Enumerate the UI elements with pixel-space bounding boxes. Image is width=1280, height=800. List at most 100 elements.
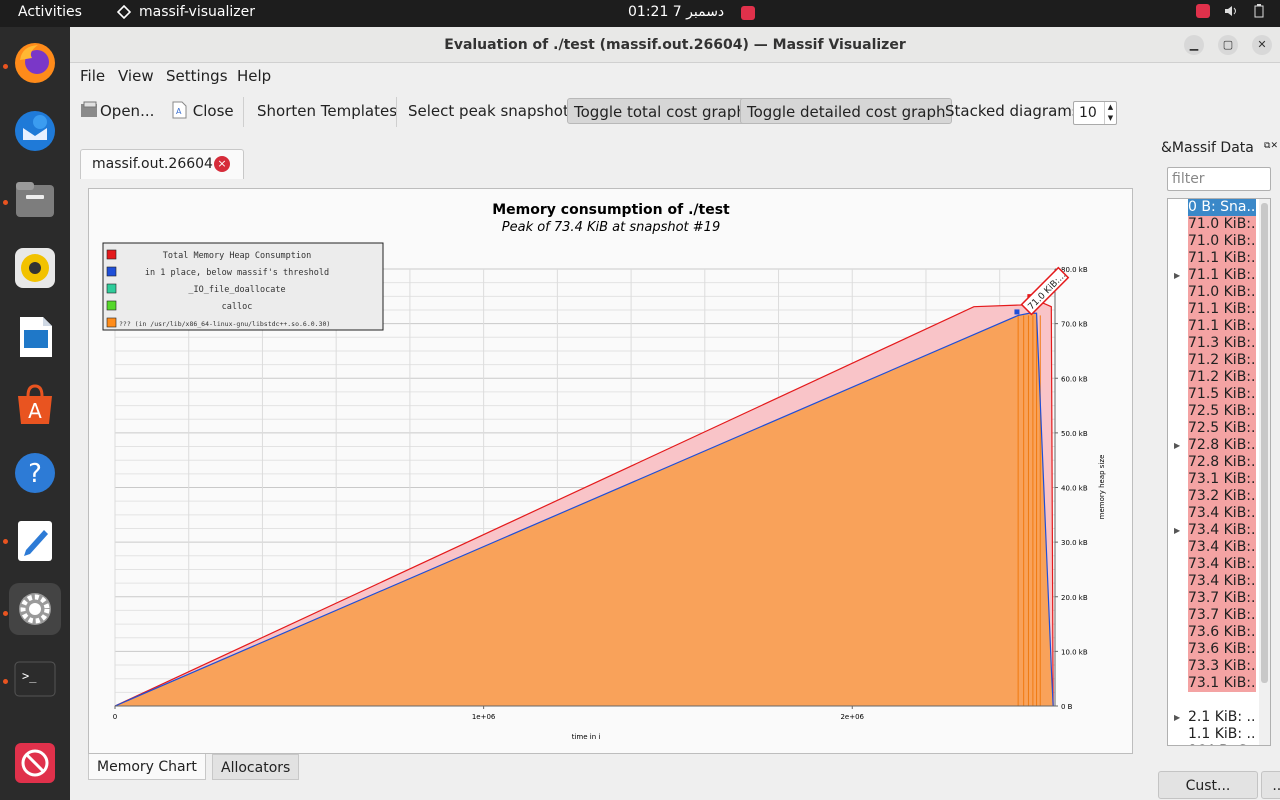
tree-row[interactable]: 71.1 KiB:... [1168, 301, 1268, 318]
expand-arrow-icon[interactable]: ▶ [1174, 267, 1180, 284]
massif-data-panel: &Massif Data ⧉✕ filter 0 B: Sna... 71.0 K… [1157, 137, 1280, 800]
tree-row[interactable]: 864 B: S... [1168, 743, 1268, 745]
folder-open-icon [81, 101, 97, 117]
tree-row[interactable]: 73.4 KiB:... [1168, 539, 1268, 556]
expand-arrow-icon[interactable]: ▶ [1174, 522, 1180, 539]
tree-row-label: 73.1 KiB:... [1188, 675, 1256, 692]
tree-row[interactable]: 73.3 KiB:... [1168, 658, 1268, 675]
y-tick-label: 10.0 kB [1061, 648, 1088, 656]
tree-row[interactable]: 73.6 KiB:... [1168, 624, 1268, 641]
file-tab[interactable]: massif.out.26604 × [80, 149, 244, 179]
tree-row[interactable]: 71.3 KiB:... [1168, 335, 1268, 352]
legend-label: _IO_file_doallocate [188, 285, 285, 295]
maximize-button[interactable]: ▢ [1218, 35, 1238, 55]
settings-gear-icon[interactable] [9, 583, 61, 635]
spinbox-arrows[interactable]: ▲ ▼ [1104, 102, 1116, 124]
minimize-button[interactable]: ▁ [1184, 35, 1204, 55]
tree-row-label: 73.7 KiB:... [1188, 607, 1256, 624]
firefox-icon[interactable] [9, 37, 61, 89]
tree-row[interactable]: ▶ 73.4 KiB:... [1168, 522, 1268, 539]
tree-row-label: 1.1 KiB: ... [1188, 726, 1256, 742]
stacked-diagrams-spinbox[interactable]: 10 ▲ ▼ [1073, 101, 1117, 125]
thunderbird-icon[interactable] [9, 105, 61, 157]
memory-chart-pane[interactable]: 0 1e+06 2e+06 0 B 10.0 kB 20.0 kB 30.0 kB 40.0 … [88, 188, 1133, 754]
window-titlebar[interactable]: Evaluation of ./test (massif.out.26604) … [70, 27, 1280, 63]
menu-bar: File View Settings Help [70, 64, 1280, 88]
memory-chart[interactable]: 0 1e+06 2e+06 0 B 10.0 kB 20.0 kB 30.0 kB 40.0 … [89, 189, 1132, 753]
screen-record-icon[interactable] [741, 6, 755, 20]
application-dock: A ? >_ [0, 27, 70, 800]
open-button[interactable]: Open... [74, 98, 160, 124]
tree-row[interactable]: 73.7 KiB:... [1168, 607, 1268, 624]
activities-button[interactable]: Activities [18, 4, 82, 20]
tree-row[interactable]: 73.7 KiB:... [1168, 590, 1268, 607]
tab-allocators[interactable]: Allocators [212, 754, 300, 780]
expand-arrow-icon[interactable]: ▶ [1174, 709, 1180, 726]
menu-help[interactable]: Help [237, 67, 271, 85]
menu-file[interactable]: File [80, 67, 105, 85]
text-editor-icon[interactable] [9, 515, 61, 567]
tree-row[interactable]: 71.0 KiB:... [1168, 284, 1268, 301]
tree-row[interactable]: 71.0 KiB:... [1168, 216, 1268, 233]
app-menu[interactable]: massif-visualizer [117, 4, 255, 20]
toolbar-separator [396, 97, 397, 127]
tree-row[interactable]: 71.5 KiB:... [1168, 386, 1268, 403]
toggle-detailed-cost-button[interactable]: Toggle detailed cost graph [740, 98, 953, 124]
tree-row[interactable]: ▶ 71.1 KiB:... [1168, 267, 1268, 284]
tree-row[interactable]: 73.1 KiB:... [1168, 471, 1268, 488]
libreoffice-impress-icon[interactable] [9, 311, 61, 363]
chart-subtitle: Peak of 73.4 KiB at snapshot #19 [502, 220, 720, 235]
tree-row[interactable]: ▶ 2.1 KiB: ... [1168, 709, 1268, 726]
tree-row[interactable]: 73.6 KiB:... [1168, 641, 1268, 658]
tree-row[interactable]: 1.1 KiB: ... [1168, 726, 1268, 743]
tree-row[interactable]: 71.2 KiB:... [1168, 369, 1268, 386]
tree-row[interactable]: 71.1 KiB:... [1168, 250, 1268, 267]
close-file-button[interactable]: A Close [164, 98, 240, 124]
tree-row[interactable]: 72.8 KiB:... [1168, 454, 1268, 471]
tree-row[interactable]: 73.4 KiB:... [1168, 573, 1268, 590]
shorten-templates-button[interactable]: Shorten Templates [251, 98, 403, 124]
close-tab-icon[interactable]: × [214, 156, 230, 172]
filter-input[interactable]: filter [1167, 167, 1271, 191]
snapshot-tree[interactable]: 0 B: Sna...71.0 KiB:...71.0 KiB:...71.1 … [1167, 198, 1271, 746]
tree-row[interactable]: 0 B: Sna... [1168, 199, 1268, 216]
tree-row[interactable]: 71.0 KiB:... [1168, 233, 1268, 250]
battery-icon [1254, 4, 1264, 18]
tree-row[interactable]: 73.4 KiB:... [1168, 556, 1268, 573]
running-indicator [3, 611, 8, 616]
record-indicator-icon [1196, 4, 1210, 18]
help-icon[interactable]: ? [9, 447, 61, 499]
menu-view[interactable]: View [118, 67, 154, 85]
show-apps-icon[interactable] [9, 737, 61, 789]
scrollbar-thumb[interactable] [1261, 203, 1268, 683]
tree-row-label: 73.7 KiB:... [1188, 590, 1256, 607]
terminal-icon[interactable]: >_ [9, 653, 61, 705]
diamond-icon [117, 5, 131, 19]
tree-row[interactable]: 72.5 KiB:... [1168, 420, 1268, 437]
rhythmbox-icon[interactable] [9, 242, 61, 294]
tree-row[interactable]: ▶ 72.8 KiB:... [1168, 437, 1268, 454]
more-button[interactable]: ... [1261, 771, 1280, 799]
tree-row[interactable]: 71.1 KiB:... [1168, 318, 1268, 335]
select-peak-snapshot-button[interactable]: Select peak snapshot [402, 98, 575, 124]
tree-scrollbar[interactable] [1259, 199, 1270, 745]
customize-button[interactable]: Cust... [1158, 771, 1258, 799]
tree-row[interactable]: 73.2 KiB:... [1168, 488, 1268, 505]
tree-row[interactable]: 72.5 KiB:... [1168, 403, 1268, 420]
expand-arrow-icon[interactable]: ▶ [1174, 437, 1180, 454]
tree-row[interactable]: 73.4 KiB:... [1168, 505, 1268, 522]
toggle-total-cost-button[interactable]: Toggle total cost graph [567, 98, 753, 124]
app-name: massif-visualizer [139, 4, 255, 20]
clock[interactable]: 01:21 7 دسمبر [628, 4, 724, 20]
tree-row[interactable] [1168, 692, 1268, 709]
tree-row-label: 73.4 KiB:... [1188, 522, 1256, 539]
close-window-button[interactable]: ✕ [1252, 35, 1272, 55]
tree-row[interactable]: 71.2 KiB:... [1168, 352, 1268, 369]
software-store-icon[interactable]: A [9, 379, 61, 431]
system-tray[interactable] [1196, 4, 1266, 18]
menu-settings[interactable]: Settings [166, 67, 228, 85]
tree-row[interactable]: 73.1 KiB:... [1168, 675, 1268, 692]
panel-float-close-icons[interactable]: ⧉✕ [1264, 141, 1278, 151]
tab-memory-chart[interactable]: Memory Chart [88, 754, 206, 780]
files-icon[interactable] [9, 174, 61, 226]
